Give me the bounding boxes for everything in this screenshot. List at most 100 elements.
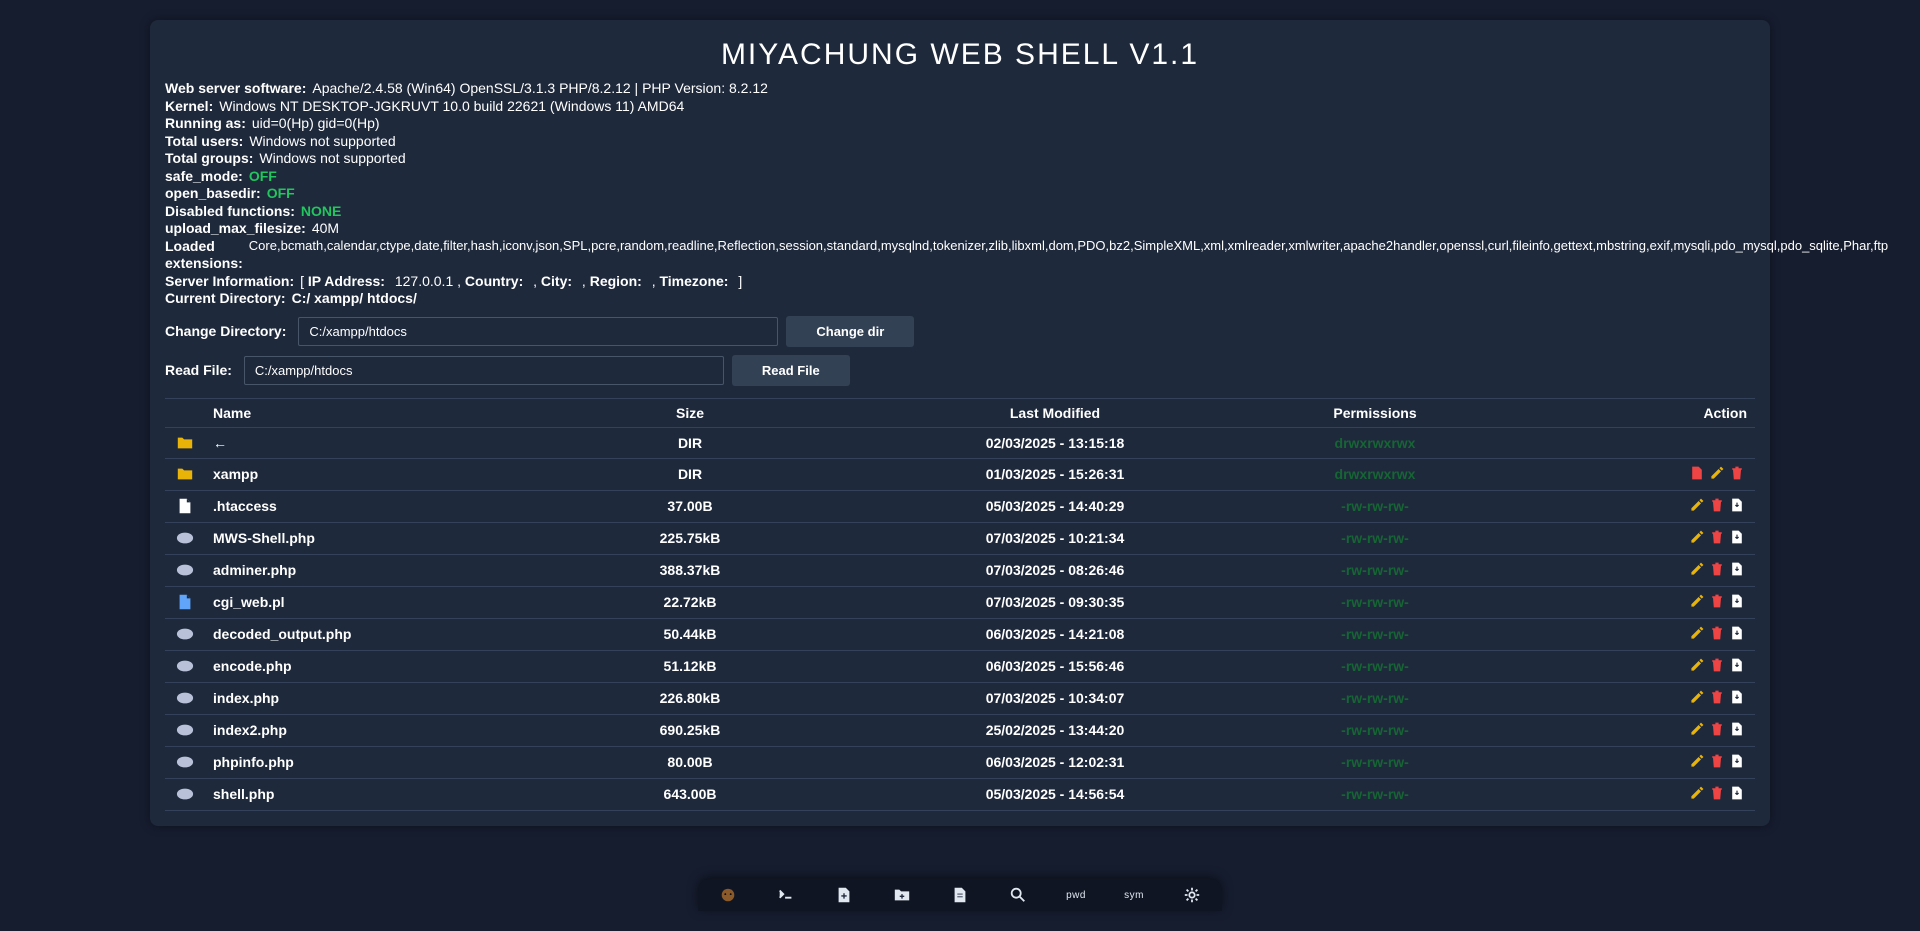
delete-icon[interactable] (1709, 561, 1727, 577)
read-file-button[interactable]: Read File (732, 355, 850, 386)
file-name[interactable]: adminer.php (205, 554, 515, 586)
header-action: Action (1505, 399, 1755, 428)
table-row[interactable]: shell.php643.00B05/03/2025 - 14:56:54-rw… (165, 778, 1755, 810)
download-icon[interactable] (1729, 529, 1747, 545)
table-row[interactable]: .htaccess37.00B05/03/2025 - 14:40:29-rw-… (165, 490, 1755, 522)
download-icon[interactable] (1729, 497, 1747, 513)
taskbar-newfolder[interactable] (892, 885, 912, 905)
read-file-input[interactable] (244, 356, 724, 385)
kernel-value: Windows NT DESKTOP-JGKRUVT 10.0 build 22… (219, 98, 684, 116)
download-icon[interactable] (1729, 657, 1747, 673)
file-name[interactable]: index2.php (205, 714, 515, 746)
folder-icon (176, 434, 194, 452)
current-dir-value[interactable]: C:/ xampp/ htdocs/ (292, 290, 417, 308)
file-name[interactable]: xampp (205, 458, 515, 490)
taskbar-gear[interactable] (1182, 885, 1202, 905)
taskbar-monkey[interactable] (718, 885, 738, 905)
download-icon[interactable] (1729, 689, 1747, 705)
file-perms: -rw-rw-rw- (1245, 618, 1505, 650)
total-users-label: Total users: (165, 133, 243, 151)
download-icon[interactable] (1729, 753, 1747, 769)
table-row[interactable]: adminer.php388.37kB07/03/2025 - 08:26:46… (165, 554, 1755, 586)
taskbar-search[interactable] (1008, 885, 1028, 905)
file-name[interactable]: encode.php (205, 650, 515, 682)
file-modified: 07/03/2025 - 09:30:35 (865, 586, 1245, 618)
file-table-wrap[interactable]: Name Size Last Modified Permissions Acti… (165, 398, 1755, 811)
upload-max-label: upload_max_filesize: (165, 220, 306, 238)
table-row[interactable]: ←DIR02/03/2025 - 13:15:18drwxrwxrwx (165, 427, 1755, 458)
taskbar-text[interactable]: sym (1124, 885, 1144, 905)
download-icon[interactable] (1729, 785, 1747, 801)
table-row[interactable]: encode.php51.12kB06/03/2025 - 15:56:46-r… (165, 650, 1755, 682)
file-size: 643.00B (515, 778, 865, 810)
file-perms: -rw-rw-rw- (1245, 778, 1505, 810)
taskbar-terminal[interactable] (776, 885, 796, 905)
delete-icon[interactable] (1709, 721, 1727, 737)
rename-icon[interactable] (1689, 465, 1707, 481)
file-name[interactable]: MWS-Shell.php (205, 522, 515, 554)
file-modified: 01/03/2025 - 15:26:31 (865, 458, 1245, 490)
file-actions (1505, 650, 1755, 682)
current-dir-label: Current Directory: (165, 290, 286, 308)
delete-icon[interactable] (1709, 689, 1727, 705)
delete-icon[interactable] (1709, 497, 1727, 513)
taskbar-newfile[interactable] (834, 885, 854, 905)
download-icon[interactable] (1729, 593, 1747, 609)
file-actions (1505, 490, 1755, 522)
download-icon[interactable] (1729, 625, 1747, 641)
safe-mode-label: safe_mode: (165, 168, 243, 186)
file-perms: -rw-rw-rw- (1245, 650, 1505, 682)
edit-icon[interactable] (1689, 785, 1707, 801)
delete-icon[interactable] (1709, 785, 1727, 801)
file-name[interactable]: decoded_output.php (205, 618, 515, 650)
header-size: Size (515, 399, 865, 428)
delete-icon[interactable] (1709, 625, 1727, 641)
change-dir-input[interactable] (298, 317, 778, 346)
read-file-label: Read File: (165, 362, 232, 378)
server-info-block: Web server software:Apache/2.4.58 (Win64… (165, 80, 1755, 308)
table-row[interactable]: cgi_web.pl22.72kB07/03/2025 - 09:30:35-r… (165, 586, 1755, 618)
file-name[interactable]: phpinfo.php (205, 746, 515, 778)
edit-icon[interactable] (1689, 561, 1707, 577)
table-row[interactable]: phpinfo.php80.00B06/03/2025 - 12:02:31-r… (165, 746, 1755, 778)
file-name[interactable]: shell.php (205, 778, 515, 810)
server-info-value: [ IP Address: 127.0.0.1 , Country: , Cit… (300, 273, 742, 291)
file-size: 50.44kB (515, 618, 865, 650)
delete-icon[interactable] (1709, 529, 1727, 545)
taskbar-text[interactable]: pwd (1066, 885, 1086, 905)
php-icon (176, 721, 194, 739)
edit-icon[interactable] (1709, 465, 1727, 481)
page-title: MIYACHUNG WEB SHELL V1.1 (165, 30, 1755, 80)
file-size: DIR (515, 427, 865, 458)
file-table: Name Size Last Modified Permissions Acti… (165, 399, 1755, 811)
download-icon[interactable] (1729, 721, 1747, 737)
edit-icon[interactable] (1689, 529, 1707, 545)
taskbar-doc[interactable] (950, 885, 970, 905)
delete-icon[interactable] (1709, 593, 1727, 609)
file-name[interactable]: .htaccess (205, 490, 515, 522)
download-icon[interactable] (1729, 561, 1747, 577)
change-dir-button[interactable]: Change dir (786, 316, 914, 347)
delete-icon[interactable] (1709, 753, 1727, 769)
file-name[interactable]: ← (205, 427, 515, 458)
file-actions (1505, 458, 1755, 490)
edit-icon[interactable] (1689, 593, 1707, 609)
disabled-funcs-value: NONE (301, 203, 341, 221)
loaded-ext-label: Loaded extensions: (165, 238, 243, 273)
delete-icon[interactable] (1709, 657, 1727, 673)
table-row[interactable]: MWS-Shell.php225.75kB07/03/2025 - 10:21:… (165, 522, 1755, 554)
delete-icon[interactable] (1729, 465, 1747, 481)
file-name[interactable]: cgi_web.pl (205, 586, 515, 618)
file-name[interactable]: index.php (205, 682, 515, 714)
table-row[interactable]: index.php226.80kB07/03/2025 - 10:34:07-r… (165, 682, 1755, 714)
table-row[interactable]: decoded_output.php50.44kB06/03/2025 - 14… (165, 618, 1755, 650)
edit-icon[interactable] (1689, 625, 1707, 641)
edit-icon[interactable] (1689, 689, 1707, 705)
table-row[interactable]: xamppDIR01/03/2025 - 15:26:31drwxrwxrwx (165, 458, 1755, 490)
edit-icon[interactable] (1689, 497, 1707, 513)
edit-icon[interactable] (1689, 657, 1707, 673)
edit-icon[interactable] (1689, 753, 1707, 769)
web-server-label: Web server software: (165, 80, 306, 98)
table-row[interactable]: index2.php690.25kB25/02/2025 - 13:44:20-… (165, 714, 1755, 746)
edit-icon[interactable] (1689, 721, 1707, 737)
